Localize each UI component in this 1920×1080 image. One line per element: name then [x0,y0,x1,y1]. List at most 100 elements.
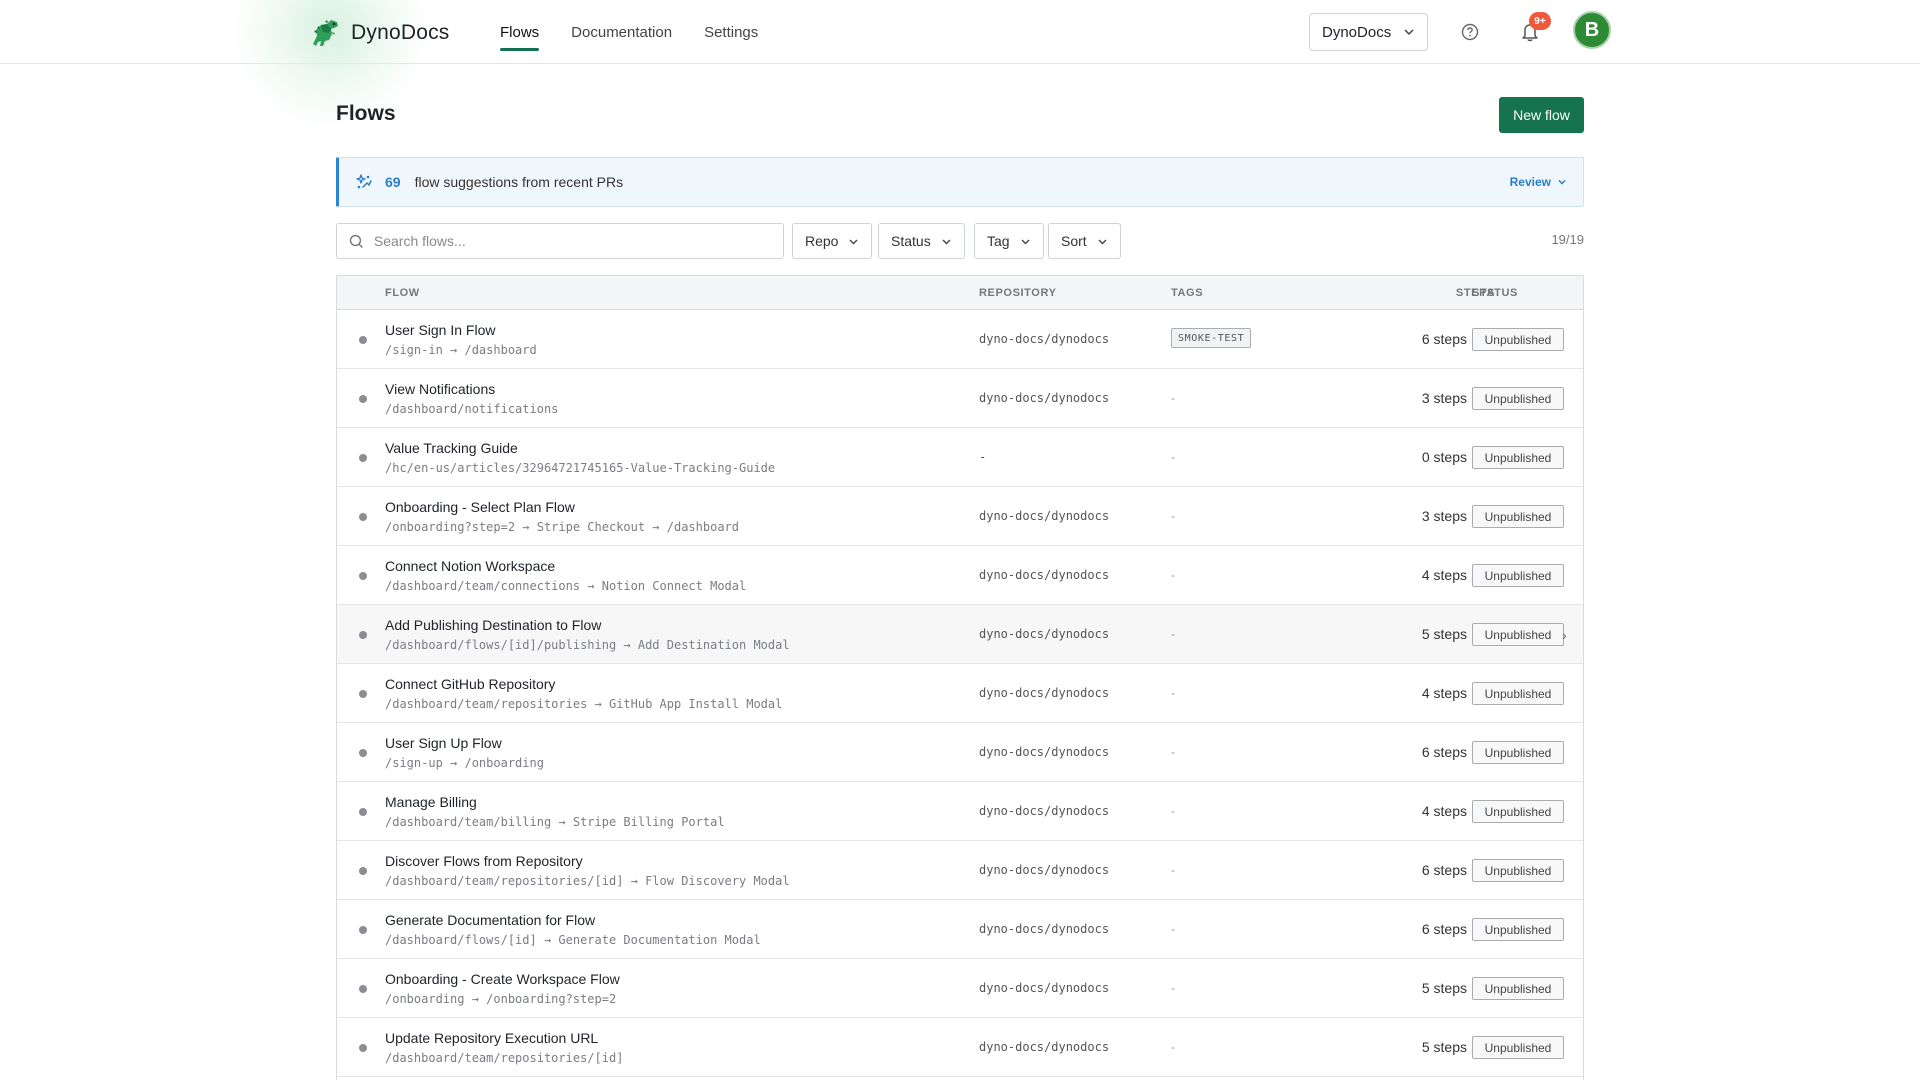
steps-count: 6 steps [1421,331,1467,347]
steps-count: 6 steps [1421,862,1467,878]
repository-name: dyno-docs/dynodocs [979,332,1110,346]
repository-name: dyno-docs/dynodocs [979,1040,1110,1054]
flow-path: /dashboard/notifications [385,402,559,416]
main-nav: Flows Documentation Settings [500,0,758,64]
result-count: 19/19 [1551,232,1584,247]
table-row[interactable]: Value Tracking Guide /hc/en-us/articles/… [337,428,1583,487]
table-row[interactable]: View Notifications /dashboard/notificati… [337,369,1583,428]
help-icon[interactable] [1458,20,1482,44]
steps-count: 0 steps [1421,449,1467,465]
table-row[interactable]: Manage Billing /dashboard/team/billing →… [337,782,1583,841]
chevron-down-icon [1021,239,1030,244]
table-row[interactable]: Add Publishing Destination to Flow /dash… [337,605,1583,664]
status-dot [359,1044,367,1052]
steps-count: 4 steps [1421,685,1467,701]
repo-filter[interactable]: Repo [792,223,873,259]
status-dot [359,513,367,521]
filter-label: Sort [1061,233,1087,249]
tags-empty: - [1171,1040,1175,1054]
status-badge: Unpublished [1472,741,1564,764]
steps-count: 4 steps [1421,803,1467,819]
nav-settings[interactable]: Settings [704,0,758,64]
flow-path: /onboarding?step=2 → Stripe Checkout → /… [385,520,740,534]
status-badge: Unpublished [1472,387,1564,410]
chevron-right-icon[interactable]: › [1562,627,1567,643]
flow-path: /dashboard/team/billing → Stripe Billing… [385,815,725,829]
table-row[interactable]: Connect Notion Workspace /dashboard/team… [337,546,1583,605]
status-badge: Unpublished [1472,682,1564,705]
status-dot [359,867,367,875]
flow-name: User Sign Up Flow [385,735,502,751]
search-input[interactable] [373,233,771,249]
table-row[interactable]: Onboarding - Create Workspace Flow /onbo… [337,959,1583,1018]
tags-empty: - [1171,804,1175,818]
table-row[interactable]: Discover Flows from Repository /dashboar… [337,841,1583,900]
status-badge: Unpublished [1472,505,1564,528]
nav-documentation[interactable]: Documentation [571,0,672,64]
flow-path: /dashboard/flows/[id] → Generate Documen… [385,933,761,947]
repository-name: dyno-docs/dynodocs [979,745,1110,759]
table-row[interactable]: User Sign Up Flow /sign-up → /onboarding… [337,723,1583,782]
nav-flows[interactable]: Flows [500,0,540,64]
status-badge: Unpublished [1472,1036,1564,1059]
column-header-status: STATUS [1472,287,1518,299]
flow-name: View Notifications [385,381,496,397]
status-dot [359,985,367,993]
column-header-tags: TAGS [1171,287,1204,299]
status-badge: Unpublished [1472,800,1564,823]
table-row[interactable]: Generate Documentation for Flow /dashboa… [337,900,1583,959]
suggestion-count: 69 [385,174,401,190]
workspace-selector[interactable]: DynoDocs [1309,13,1428,51]
status-dot [359,395,367,403]
user-avatar[interactable]: B [1573,11,1611,49]
filter-label: Tag [987,233,1010,249]
tag-filter[interactable]: Tag [974,223,1044,259]
flow-name: Generate Documentation for Flow [385,912,596,928]
flow-path: /onboarding → /onboarding?step=2 [385,992,617,1006]
table-row[interactable]: Update Repository Execution URL /dashboa… [337,1018,1583,1077]
flows-table: FLOW REPOSITORY TAGS STEPS STATUS User S… [336,275,1584,1080]
filter-label: Repo [805,233,839,249]
table-row[interactable]: Onboarding - Select Plan Flow /onboardin… [337,487,1583,546]
flow-name: Onboarding - Create Workspace Flow [385,971,620,987]
new-flow-button[interactable]: New flow [1499,97,1584,133]
chevron-down-icon [1404,29,1414,36]
steps-count: 5 steps [1421,626,1467,642]
page-title: Flows [336,102,396,125]
tags-empty: - [1171,745,1175,759]
column-header-flow: FLOW [385,287,420,299]
steps-count: 5 steps [1421,1039,1467,1055]
app-logo[interactable]: DynoDocs [307,16,449,50]
status-dot [359,690,367,698]
flow-name: Discover Flows from Repository [385,853,583,869]
flow-name: Connect GitHub Repository [385,676,556,692]
status-dot [359,572,367,580]
flow-name: Onboarding - Select Plan Flow [385,499,575,515]
status-badge: Unpublished [1472,623,1564,646]
flow-name: Connect Notion Workspace [385,558,556,574]
status-filter[interactable]: Status [878,223,965,259]
table-row[interactable]: User Sign In Flow /sign-in → /dashboard … [337,310,1583,369]
table-row[interactable]: Connect GitHub Repository /dashboard/tea… [337,664,1583,723]
notification-badge: 9+ [1529,12,1551,30]
sort-dropdown[interactable]: Sort [1048,223,1121,259]
status-dot [359,631,367,639]
steps-count: 6 steps [1421,744,1467,760]
repository-name: dyno-docs/dynodocs [979,627,1110,641]
steps-count: 4 steps [1421,567,1467,583]
flow-path: /sign-in → /dashboard [385,343,537,357]
status-dot [359,454,367,462]
tags-empty: - [1171,450,1175,464]
search-icon [349,234,363,248]
flow-name: Add Publishing Destination to Flow [385,617,602,633]
status-badge: Unpublished [1472,446,1564,469]
repository-name: dyno-docs/dynodocs [979,509,1110,523]
tags-empty: - [1171,391,1175,405]
table-body: User Sign In Flow /sign-in → /dashboard … [337,310,1583,1077]
tags-empty: - [1171,568,1175,582]
tags-empty: - [1171,627,1175,641]
flow-path: /dashboard/flows/[id]/publishing → Add D… [385,638,790,652]
review-button[interactable]: Review [1510,175,1567,189]
banner-message: flow suggestions from recent PRs [414,174,624,190]
app-name: DynoDocs [351,21,450,44]
